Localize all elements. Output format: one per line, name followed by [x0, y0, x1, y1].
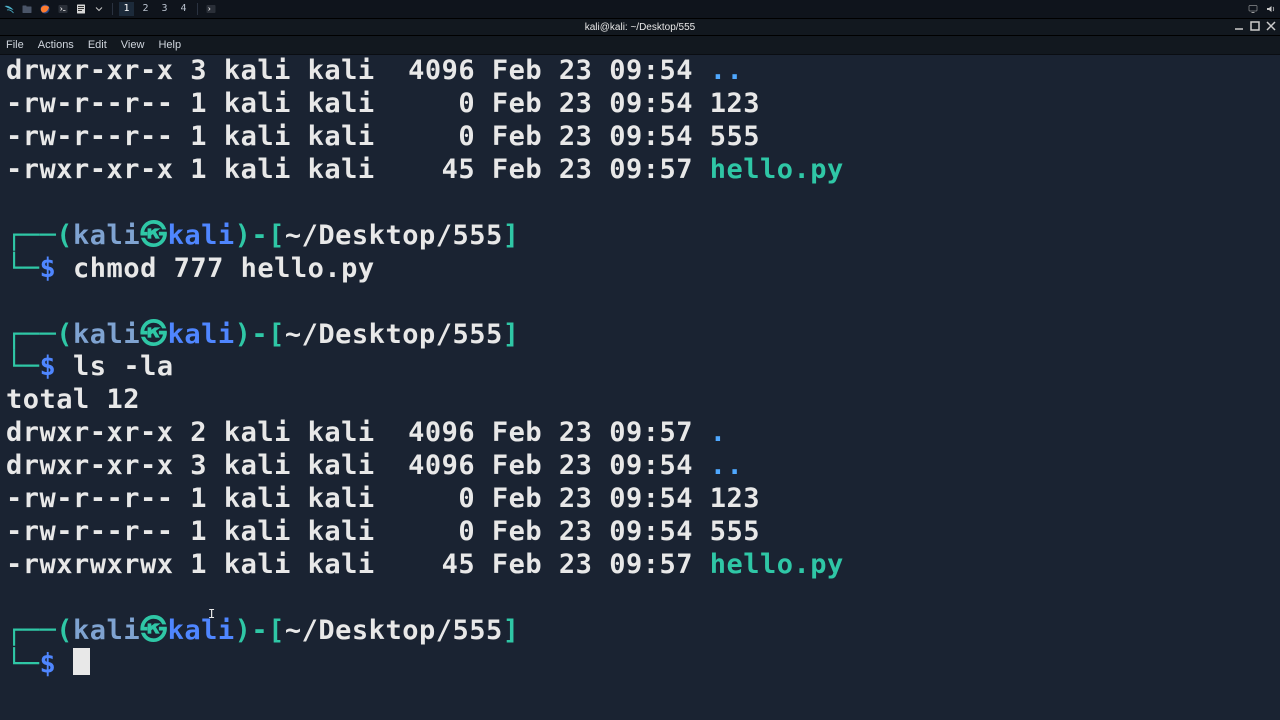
ls-row: drwxr-xr-x 3 kali kali 4096 Feb 23 09:54… [6, 55, 1274, 88]
dropdown-icon[interactable] [92, 2, 106, 16]
prompt-line-top: ┌──(kali㉿kali)-[~/Desktop/555] [6, 220, 1274, 253]
close-button[interactable] [1266, 21, 1276, 34]
prompt-line-top: ┌──(kali㉿kali)-[~/Desktop/555] [6, 615, 1274, 648]
task-terminal-icon[interactable] [204, 2, 218, 16]
ls-row: -rwxrwxrwx 1 kali kali 45 Feb 23 09:57 h… [6, 549, 1274, 582]
ls-row: drwxr-xr-x 2 kali kali 4096 Feb 23 09:57… [6, 417, 1274, 450]
workspace-3[interactable]: 3 [157, 2, 172, 16]
prompt-line-top: ┌──(kali㉿kali)-[~/Desktop/555] [6, 319, 1274, 352]
maximize-button[interactable] [1250, 21, 1260, 34]
ls-row: -rwxr-xr-x 1 kali kali 45 Feb 23 09:57 h… [6, 154, 1274, 187]
display-icon[interactable] [1246, 2, 1260, 16]
desktop-top-panel: 1 2 3 4 [0, 0, 1280, 19]
ls-row: -rw-r--r-- 1 kali kali 0 Feb 23 09:54 55… [6, 121, 1274, 154]
ls-total: total 12 [6, 384, 1274, 417]
menu-view[interactable]: View [121, 39, 145, 51]
ls-row: -rw-r--r-- 1 kali kali 0 Feb 23 09:54 12… [6, 88, 1274, 121]
menu-help[interactable]: Help [158, 39, 181, 51]
firefox-icon[interactable] [38, 2, 52, 16]
ls-row: -rw-r--r-- 1 kali kali 0 Feb 23 09:54 55… [6, 516, 1274, 549]
menu-actions[interactable]: Actions [38, 39, 74, 51]
workspace-2[interactable]: 2 [138, 2, 153, 16]
kali-menu-icon[interactable] [2, 2, 16, 16]
terminal-cursor [73, 648, 90, 675]
terminal-viewport[interactable]: drwxr-xr-x 3 kali kali 4096 Feb 23 09:54… [0, 55, 1280, 720]
panel-separator [197, 3, 198, 15]
window-titlebar[interactable]: kali@kali: ~/Desktop/555 [0, 19, 1280, 36]
window-title: kali@kali: ~/Desktop/555 [0, 22, 1280, 33]
panel-separator [112, 3, 113, 15]
menu-edit[interactable]: Edit [88, 39, 107, 51]
text-caret-icon: I [208, 607, 215, 621]
prompt-line-bottom[interactable]: └─$ [6, 648, 1274, 681]
workspace-1[interactable]: 1 [119, 2, 134, 16]
minimize-button[interactable] [1234, 21, 1244, 34]
editor-icon[interactable] [74, 2, 88, 16]
terminal-menubar: File Actions Edit View Help [0, 36, 1280, 55]
files-icon[interactable] [20, 2, 34, 16]
terminal-icon[interactable] [56, 2, 70, 16]
ls-row: -rw-r--r-- 1 kali kali 0 Feb 23 09:54 12… [6, 483, 1274, 516]
prompt-line-bottom[interactable]: └─$ chmod 777 hello.py [6, 253, 1274, 286]
workspace-4[interactable]: 4 [176, 2, 191, 16]
prompt-line-bottom[interactable]: └─$ ls -la [6, 351, 1274, 384]
ls-row: drwxr-xr-x 3 kali kali 4096 Feb 23 09:54… [6, 450, 1274, 483]
volume-icon[interactable] [1264, 2, 1278, 16]
menu-file[interactable]: File [6, 39, 24, 51]
